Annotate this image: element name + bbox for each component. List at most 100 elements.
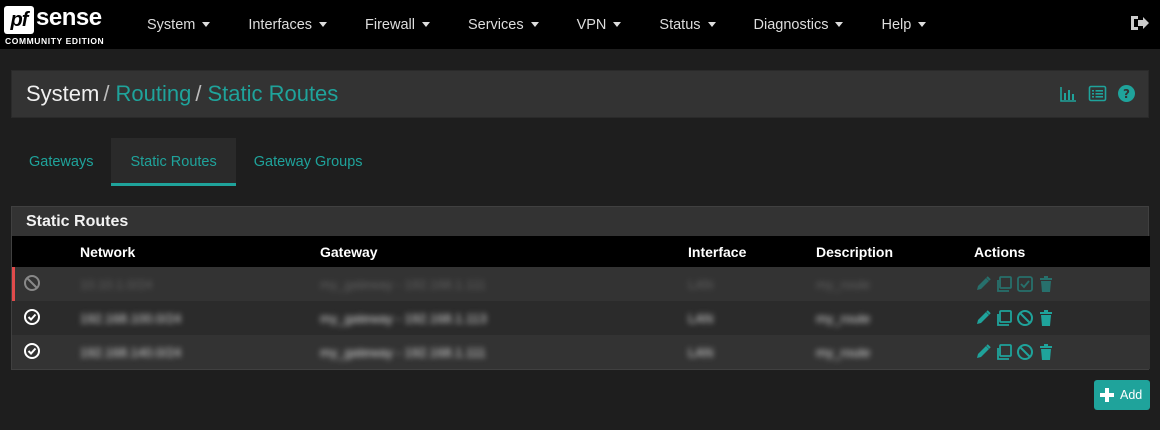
description-value: my_route	[816, 344, 871, 360]
logo-sense: sense	[36, 4, 102, 31]
header-network[interactable]: Network	[80, 236, 320, 267]
gateway-value: my_gateway - 192.168.1.113	[320, 310, 487, 326]
static-routes-panel: Static Routes Network Gateway Interface …	[11, 206, 1150, 370]
disable-ban-icon[interactable]	[1016, 343, 1034, 361]
description-value: my_route	[816, 310, 871, 326]
caret-down-icon	[202, 22, 211, 27]
caret-down-icon	[613, 22, 622, 27]
cell-interface: LAN	[688, 301, 816, 335]
nav-item-label: Firewall	[365, 16, 415, 33]
cell-network: 192.168.100.0/24	[80, 301, 320, 335]
nav-item-label: VPN	[576, 16, 607, 33]
enable-checkbox-icon[interactable]	[1016, 275, 1034, 293]
cell-gateway: my_gateway - 192.168.1.111	[320, 267, 688, 301]
nav-item-status[interactable]: Status	[640, 0, 734, 49]
nav-item-services[interactable]: Services	[449, 0, 558, 49]
delete-trash-icon[interactable]	[1037, 275, 1055, 293]
network-value: 192.168.140.0/24	[80, 344, 182, 360]
check-circle-icon[interactable]	[23, 308, 41, 326]
header-description[interactable]: Description	[816, 236, 974, 267]
delete-trash-icon[interactable]	[1037, 343, 1055, 361]
table-header-row: Network Gateway Interface Description Ac…	[12, 236, 1150, 267]
gateway-value: my_gateway - 192.168.1.111	[320, 344, 486, 360]
breadcrumb-separator: /	[195, 81, 202, 106]
breadcrumb: System / Routing / Static Routes	[26, 81, 338, 107]
logout-icon[interactable]	[1128, 12, 1150, 34]
disable-ban-icon[interactable]	[1016, 309, 1034, 327]
delete-trash-icon[interactable]	[1037, 309, 1055, 327]
add-route-button[interactable]: Add	[1094, 380, 1150, 410]
breadcrumb-separator: /	[103, 81, 110, 106]
nav-item-label: Services	[467, 16, 524, 33]
breadcrumb-system: System	[26, 81, 100, 106]
nav-item-interfaces[interactable]: Interfaces	[229, 0, 346, 49]
pfsense-logo[interactable]: pf sense COMMUNITY EDITION	[0, 0, 120, 49]
caret-down-icon	[835, 22, 844, 27]
tab-gateway-groups[interactable]: Gateway Groups	[236, 138, 381, 186]
description-value: my_route	[816, 276, 871, 292]
cell-description: my_route	[816, 267, 974, 301]
list-icon[interactable]	[1088, 84, 1107, 103]
caret-down-icon	[707, 22, 716, 27]
table-row[interactable]: 192.168.140.0/24 my_gateway - 192.168.1.…	[12, 335, 1150, 369]
nav-menu: System Interfaces Firewall Services VPN …	[128, 0, 945, 49]
nav-item-firewall[interactable]: Firewall	[346, 0, 449, 49]
row-actions	[974, 275, 1150, 293]
interface-value: LAN	[688, 310, 714, 326]
nav-item-label: Diagnostics	[753, 16, 829, 33]
tab-gateways[interactable]: Gateways	[11, 138, 111, 186]
bar-chart-icon[interactable]	[1059, 84, 1078, 103]
copy-icon[interactable]	[995, 275, 1013, 293]
network-value: 192.168.100.0/24	[80, 310, 182, 326]
cell-description: my_route	[816, 335, 974, 369]
panel-icons: ?	[1059, 84, 1136, 103]
cell-gateway: my_gateway - 192.168.1.113	[320, 301, 688, 335]
caret-down-icon	[530, 22, 539, 27]
nav-item-diagnostics[interactable]: Diagnostics	[735, 0, 863, 49]
status-cell	[12, 267, 80, 301]
cell-gateway: my_gateway - 192.168.1.111	[320, 335, 688, 369]
disabled-status-icon[interactable]	[23, 274, 41, 292]
table-row[interactable]: 192.168.100.0/24 my_gateway - 192.168.1.…	[12, 301, 1150, 335]
cell-actions	[974, 335, 1150, 369]
help-icon[interactable]: ?	[1117, 84, 1136, 103]
caret-down-icon	[319, 22, 328, 27]
panel-title: Static Routes	[12, 207, 1148, 236]
cell-interface: LAN	[688, 335, 816, 369]
gateway-value: my_gateway - 192.168.1.111	[320, 276, 486, 292]
breadcrumb-routing[interactable]: Routing	[115, 81, 191, 106]
edit-pencil-icon[interactable]	[974, 343, 992, 361]
cell-network: 192.168.140.0/24	[80, 335, 320, 369]
disabled-row-marker	[12, 267, 15, 301]
nav-item-help[interactable]: Help	[862, 0, 945, 49]
table-row[interactable]: 10.10.1.0/24 my_gateway - 192.168.1.111 …	[12, 267, 1150, 301]
header-interface[interactable]: Interface	[688, 236, 816, 267]
header-gateway[interactable]: Gateway	[320, 236, 688, 267]
cell-actions	[974, 267, 1150, 301]
caret-down-icon	[421, 22, 430, 27]
nav-item-vpn[interactable]: VPN	[558, 0, 641, 49]
copy-icon[interactable]	[995, 343, 1013, 361]
check-circle-icon[interactable]	[23, 342, 41, 360]
logo-edition: COMMUNITY EDITION	[5, 36, 105, 46]
status-cell	[12, 335, 80, 369]
nav-item-system[interactable]: System	[128, 0, 229, 49]
top-navbar: pf sense COMMUNITY EDITION System Interf…	[0, 0, 1160, 49]
copy-icon[interactable]	[995, 309, 1013, 327]
static-routes-table: Network Gateway Interface Description Ac…	[12, 236, 1150, 369]
breadcrumb-static-routes[interactable]: Static Routes	[207, 81, 338, 106]
nav-item-label: System	[147, 16, 196, 33]
header-actions: Actions	[974, 243, 1026, 260]
cell-description: my_route	[816, 301, 974, 335]
network-value: 10.10.1.0/24	[80, 276, 153, 292]
edit-pencil-icon[interactable]	[974, 309, 992, 327]
add-button-label: Add	[1120, 388, 1143, 402]
tab-static-routes[interactable]: Static Routes	[111, 138, 236, 186]
cell-interface: LAN	[688, 267, 816, 301]
svg-text:?: ?	[1123, 87, 1130, 101]
header-status	[12, 236, 80, 267]
nav-item-label: Status	[659, 16, 701, 33]
nav-item-label: Interfaces	[248, 16, 313, 33]
cell-actions	[974, 301, 1150, 335]
edit-pencil-icon[interactable]	[974, 275, 992, 293]
